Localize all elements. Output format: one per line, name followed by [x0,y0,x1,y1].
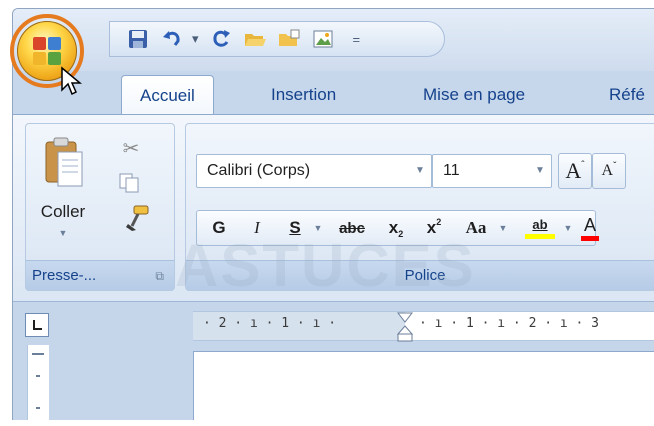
copy-icon[interactable] [118,172,144,198]
tab-accueil[interactable]: Accueil [121,75,214,115]
new-folder-icon[interactable] [275,25,303,53]
format-painter-icon[interactable] [124,204,154,234]
highlight-dropdown-icon[interactable]: ▼ [560,210,576,246]
cut-icon[interactable]: ✂ [116,136,146,164]
highlight-button[interactable]: ab [520,210,560,246]
font-size-select[interactable]: 11 ▼ [432,154,552,188]
tab-references[interactable]: Réfé [591,75,654,115]
font-color-bar [581,236,599,241]
title-bar: ▾ = [13,9,654,71]
open-folder-icon[interactable] [241,25,269,53]
word-window: ▾ = Accueil Insertion Mise en page Réfé [12,8,654,420]
ruler-tick [36,407,40,409]
undo-icon[interactable] [158,25,186,53]
ruler-tick [36,375,40,377]
highlight-color-bar [525,234,555,239]
redo-icon[interactable] [207,25,235,53]
ruler-area: · 2 · ı · 1 · ı · · ı · 1 · ı · 2 · ı · … [13,303,654,420]
highlight-glyph: ab [532,217,548,232]
ribbon-tabs: Accueil Insertion Mise en page Réfé [13,75,654,115]
quick-access-toolbar: ▾ = [109,21,445,57]
font-size-value: 11 [443,162,460,179]
save-icon[interactable] [124,25,152,53]
indent-marker-icon[interactable] [397,312,413,342]
vertical-ruler[interactable] [27,345,49,420]
ruler-left-marks: · 2 · ı · 1 · ı · [203,316,337,331]
grow-font-button[interactable]: Aˆ [558,153,592,189]
font-color-button[interactable]: A [578,210,602,246]
image-icon[interactable] [309,25,337,53]
undo-dropdown-icon[interactable]: ▾ [192,31,199,47]
font-name-dropdown-icon: ▼ [415,165,425,176]
font-size-dropdown-icon: ▼ [535,165,545,176]
tab-insertion[interactable]: Insertion [253,75,354,115]
dialog-launcher-icon[interactable]: ⧉ [155,261,164,291]
change-case-dropdown-icon[interactable]: ▼ [496,210,510,246]
font-name-select[interactable]: Calibri (Corps) ▼ [196,154,432,188]
ruler-right-marks: · ı · 1 · ı · 2 · ı · 3 [419,316,600,331]
shrink-font-glyph: A [601,162,614,179]
clipboard-group: Coller ▼ ✂ Presse-... ⧉ [25,123,175,291]
watermark: ASTUCES [175,232,476,299]
grow-font-glyph: A [565,158,582,183]
tab-mise-en-page[interactable]: Mise en page [405,75,543,115]
mouse-cursor-icon [61,66,82,96]
customize-qat-icon[interactable]: = [353,32,361,47]
tab-selector-icon[interactable] [25,313,49,337]
clipboard-group-label: Presse-... ⧉ [26,260,174,290]
paste-label: Coller [40,202,86,221]
font-color-glyph: A [583,215,596,235]
clipboard-group-title: Presse-... [32,267,97,284]
ruler-tick [32,353,44,355]
paste-dropdown-icon: ▼ [58,228,68,238]
paste-icon [45,137,83,187]
document-page[interactable] [193,351,654,420]
font-name-value: Calibri (Corps) [207,162,311,179]
horizontal-ruler[interactable]: · 2 · ı · 1 · ı · · ı · 1 · ı · 2 · ı · … [193,311,654,342]
paste-button[interactable]: Coller ▼ [32,130,94,248]
shrink-font-button[interactable]: Aˇ [592,153,626,189]
